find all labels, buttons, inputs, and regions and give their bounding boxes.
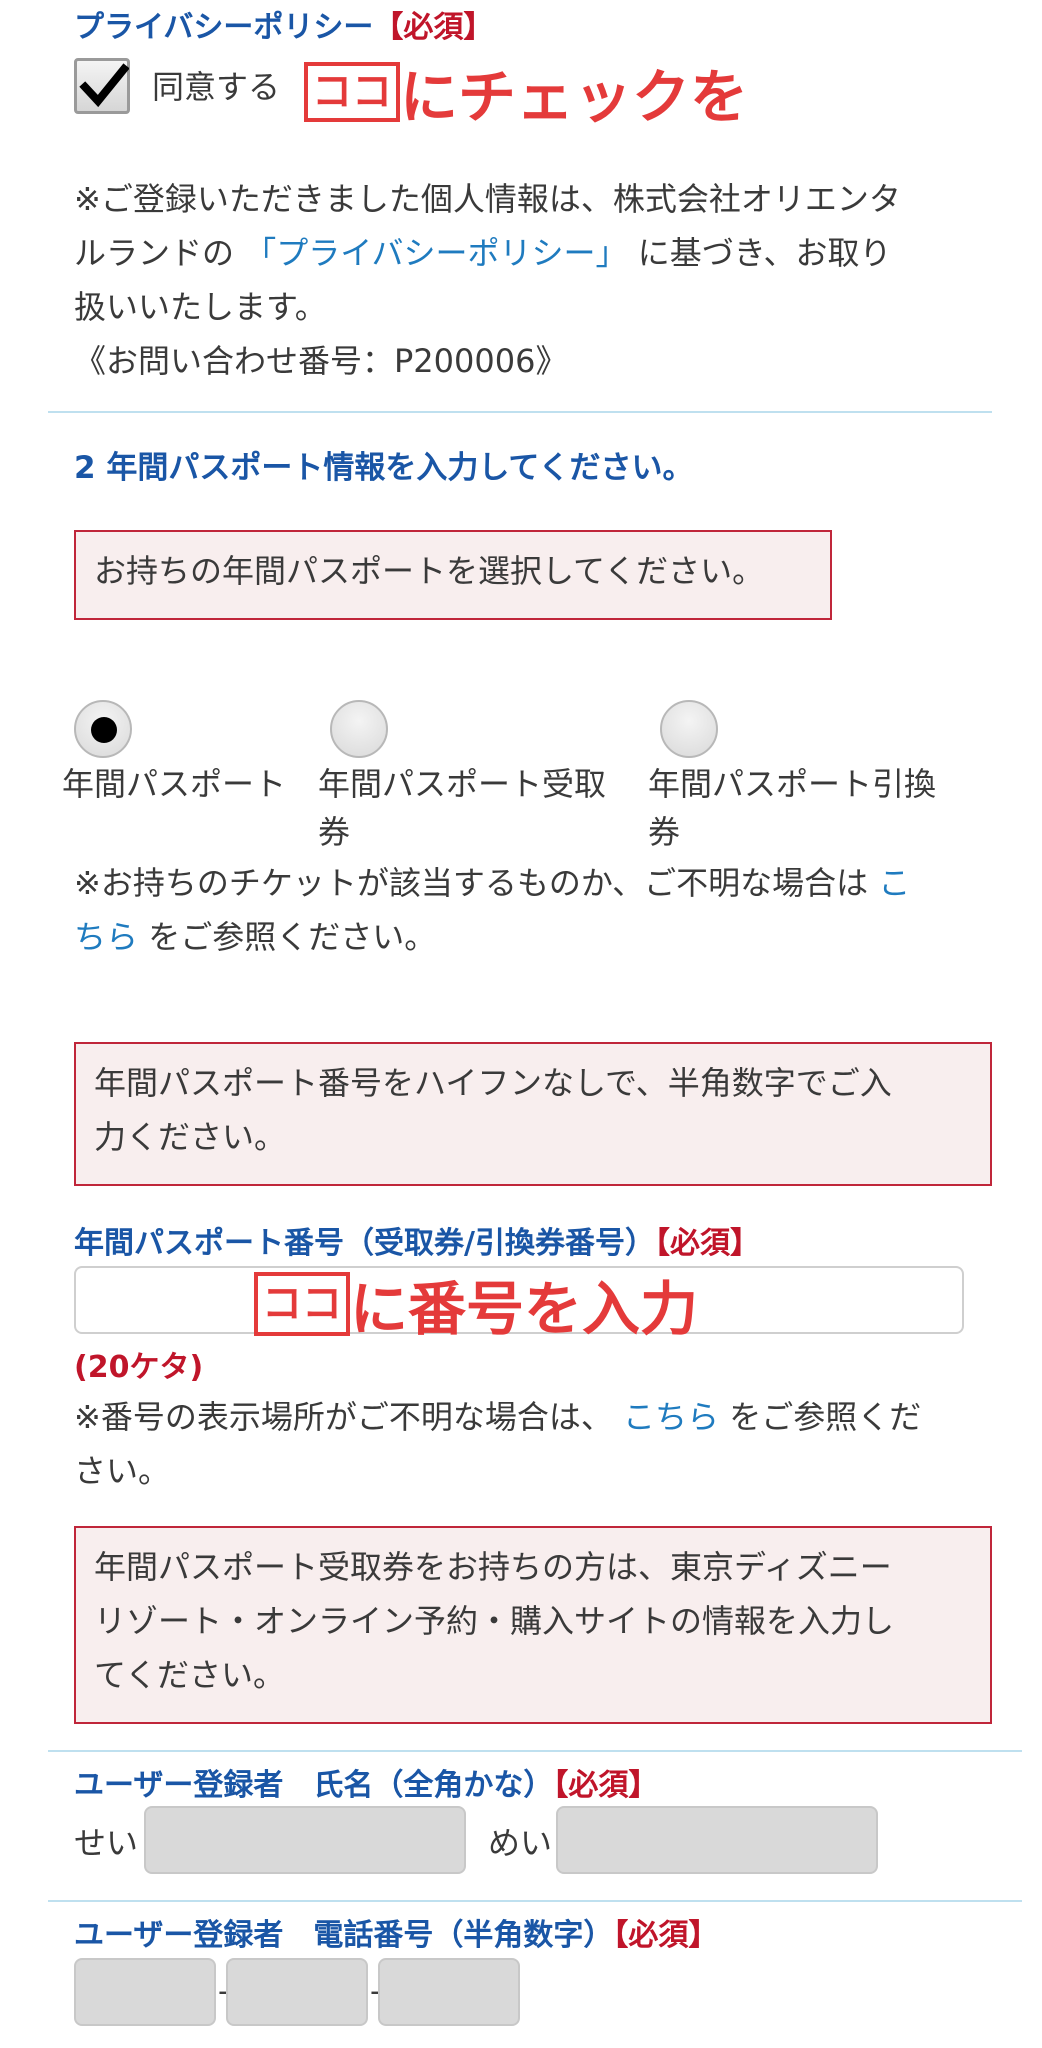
required-badge: 【必須】 <box>553 1768 659 1803</box>
privacy-policy-link[interactable]: 「プライバシーポリシー」 <box>244 234 627 272</box>
number-input-annotation: ココ に番号を入力 <box>254 1262 698 1343</box>
notice-line: 年間パスポート受取券をお持ちの方は、東京ディズニー <box>94 1548 892 1586</box>
ticket-note: ※お持ちのチケットが該当するものか、ご不明な場合は こ ちら をご参照ください。 <box>74 856 974 964</box>
field-label: ユーザー登録者 氏名（全角かな） <box>74 1768 554 1803</box>
privacy-note: ※ご登録いただきました個人情報は、株式会社オリエンタ ルランドの 「プライバシー… <box>74 172 974 388</box>
annotation-koko-mark: ココ <box>254 1272 350 1336</box>
ticket-help-link[interactable]: ちら <box>74 918 138 956</box>
radio-label-line: 券 <box>318 813 351 851</box>
ticket-help-link[interactable]: こ <box>878 864 910 902</box>
field-label: ユーザー登録者 電話番号（半角数字） <box>74 1918 614 1953</box>
annotation-text: にチェックを <box>400 63 749 131</box>
radio-label-line: 券 <box>648 813 681 851</box>
section-divider <box>48 411 992 413</box>
ticket-note-text: ※お持ちのチケットが該当するものか、ご不明な場合は <box>74 864 869 902</box>
sei-input[interactable] <box>144 1806 466 1874</box>
privacy-note-line: ※ご登録いただきました個人情報は、株式会社オリエンタ <box>74 180 901 218</box>
phone-input-part3[interactable] <box>378 1958 520 2026</box>
privacy-note-line: 扱いいたします。 <box>74 288 327 326</box>
required-badge: 【必須】 <box>373 10 494 45</box>
sei-label: せい <box>74 1824 139 1862</box>
privacy-note-text: ルランドの <box>74 234 235 272</box>
annotation-text: に番号を入力 <box>350 1275 699 1343</box>
phone-input-part1[interactable] <box>74 1958 216 2026</box>
notice-line: てください。 <box>94 1656 286 1694</box>
mei-label: めい <box>488 1824 553 1862</box>
notice-line: 年間パスポート番号をハイフンなしで、半角数字でご入 <box>94 1064 892 1102</box>
radio-label-annual-passport: 年間パスポート <box>62 760 286 808</box>
radio-passport-exchange[interactable] <box>660 700 718 758</box>
location-note-text: をご参照くだ <box>729 1398 922 1436</box>
radio-label-passport-voucher: 年間パスポート受取 券 <box>318 760 606 856</box>
agree-label[interactable]: 同意する <box>152 62 280 108</box>
annotation-koko-mark: ココ <box>304 62 400 122</box>
section2-heading: 2 年間パスポート情報を入力してください。 <box>74 450 694 486</box>
check-icon <box>79 63 129 108</box>
section-divider <box>48 1750 1022 1752</box>
agree-checkbox[interactable] <box>74 58 130 114</box>
number-location-link[interactable]: こちら <box>623 1398 719 1436</box>
required-badge: 【必須】 <box>654 1226 760 1261</box>
number-location-note: ※番号の表示場所がご不明な場合は、 こちら をご参照くだ さい。 <box>74 1390 994 1498</box>
notice-line: リゾート・オンライン予約・購入サイトの情報を入力し <box>94 1602 895 1640</box>
radio-passport-voucher[interactable] <box>330 700 388 758</box>
passport-number-notice: 年間パスポート番号をハイフンなしで、半角数字でご入 力ください。 <box>74 1042 992 1186</box>
privacy-policy-title: プライバシーポリシー <box>74 10 374 45</box>
ticket-note-line: ※お持ちのチケットが該当するものか、ご不明な場合は こ <box>74 856 974 910</box>
privacy-note-text: に基づき、お取り <box>637 234 892 272</box>
section-divider <box>48 1900 1022 1902</box>
location-note-text: ※番号の表示場所がご不明な場合は、 <box>74 1398 613 1436</box>
inquiry-number: 《お問い合わせ番号：P200006》 <box>74 342 568 380</box>
ticket-note-line: ちら をご参照ください。 <box>74 910 974 964</box>
field-label: 年間パスポート番号（受取券/引換券番号） <box>74 1226 655 1261</box>
privacy-policy-heading: プライバシーポリシー【必須】 <box>74 2 493 46</box>
radio-label-line: 年間パスポート受取 <box>318 765 607 803</box>
phone-input-part2[interactable] <box>226 1958 368 2026</box>
notice-line: 力ください。 <box>94 1118 287 1156</box>
voucher-holder-notice: 年間パスポート受取券をお持ちの方は、東京ディズニー リゾート・オンライン予約・購… <box>74 1526 992 1724</box>
checkbox-annotation: ココ にチェックを <box>304 50 748 131</box>
radio-label-line: 年間パスポート引換 <box>648 765 937 803</box>
location-note-line: ※番号の表示場所がご不明な場合は、 こちら をご参照くだ <box>74 1390 994 1444</box>
radio-label-passport-exchange: 年間パスポート引換 券 <box>648 760 936 856</box>
radio-annual-passport[interactable] <box>74 700 132 758</box>
select-passport-notice: お持ちの年間パスポートを選択してください。 <box>74 530 832 620</box>
digits-hint: (20ケタ) <box>74 1350 204 1385</box>
required-badge: 【必須】 <box>613 1918 719 1953</box>
privacy-note-line: ルランドの 「プライバシーポリシー」 に基づき、お取り <box>74 226 974 280</box>
user-name-label: ユーザー登録者 氏名（全角かな）【必須】 <box>74 1760 658 1804</box>
mei-input[interactable] <box>556 1806 878 1874</box>
passport-number-label: 年間パスポート番号（受取券/引換券番号）【必須】 <box>74 1218 760 1262</box>
location-note-line: さい。 <box>74 1452 171 1490</box>
radio-label-line: 年間パスポート <box>62 765 287 803</box>
ticket-note-text: をご参照ください。 <box>148 918 437 956</box>
radio-selected-dot <box>91 717 117 743</box>
user-phone-label: ユーザー登録者 電話番号（半角数字）【必須】 <box>74 1910 718 1954</box>
